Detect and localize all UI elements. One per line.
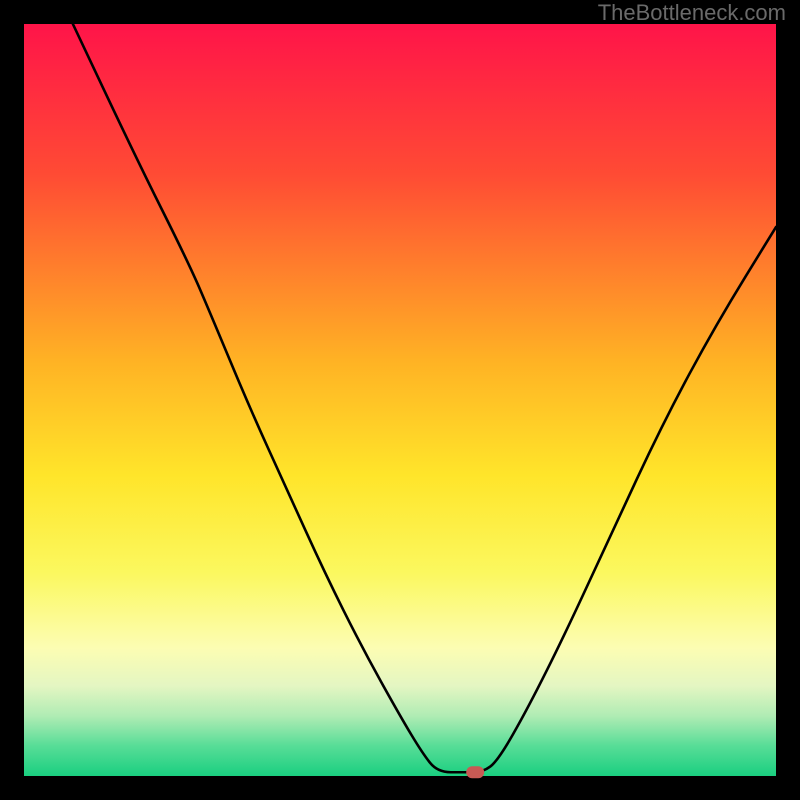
- bottleneck-chart: [12, 12, 788, 788]
- chart-frame: [12, 12, 788, 788]
- watermark-text: TheBottleneck.com: [598, 0, 786, 26]
- gradient-background: [24, 24, 776, 776]
- optimal-marker: [466, 766, 484, 778]
